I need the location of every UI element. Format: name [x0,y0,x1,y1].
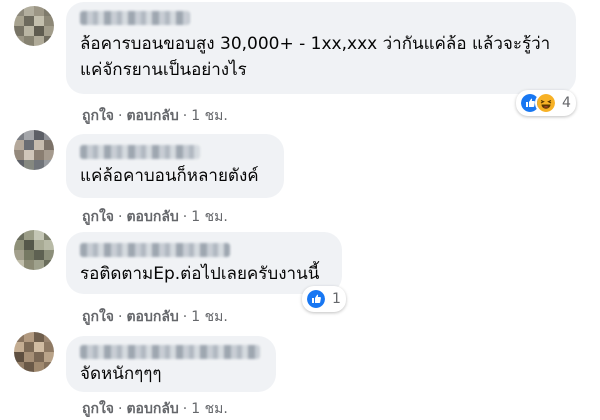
like-icon [305,288,327,310]
avatar[interactable] [14,230,54,270]
comment-actions: ถูกใจ · ตอบกลับ · 1 ชม. [82,306,228,328]
avatar[interactable] [14,130,54,170]
reaction-summary[interactable]: 4 [516,90,576,116]
comment-bubble: แค่ล้อคาบอนก็หลายตังค์ [66,134,284,198]
commenter-name[interactable] [80,243,230,257]
reply-link[interactable]: ตอบกลับ [126,105,178,127]
reaction-summary[interactable]: 1 [302,286,346,312]
like-link[interactable]: ถูกใจ [82,398,114,420]
comment-text: รอติดตามEp.ต่อไปเลยครับงานนี้ [80,264,320,284]
comment-timestamp[interactable]: 1 ชม. [191,105,228,127]
comment-actions: ถูกใจ · ตอบกลับ · 1 ชม. [82,206,228,228]
separator-dot: · [182,309,188,325]
comment-timestamp[interactable]: 1 ชม. [191,398,228,420]
reply-link[interactable]: ตอบกลับ [126,306,178,328]
comment-actions: ถูกใจ · ตอบกลับ · 1 ชม. [82,398,228,420]
reaction-count: 1 [332,291,341,307]
avatar[interactable] [14,332,54,372]
reply-link[interactable]: ตอบกลับ [126,206,178,228]
comment-text: ล้อคารบอนขอบสูง 30,000+ - 1xx,xxx ว่ากัน… [80,34,551,80]
separator-dot: · [182,108,188,124]
like-link[interactable]: ถูกใจ [82,206,114,228]
commenter-name[interactable] [80,345,260,359]
like-link[interactable]: ถูกใจ [82,105,114,127]
comment-timestamp[interactable]: 1 ชม. [191,306,228,328]
like-link[interactable]: ถูกใจ [82,306,114,328]
separator-dot: · [118,401,123,417]
comment-bubble: ล้อคารบอนขอบสูง 30,000+ - 1xx,xxx ว่ากัน… [66,2,576,94]
reply-link[interactable]: ตอบกลับ [126,398,178,420]
commenter-name[interactable] [80,11,190,25]
comment-actions: ถูกใจ · ตอบกลับ · 1 ชม. [82,105,228,127]
commenter-name[interactable] [80,145,200,159]
separator-dot: · [118,309,123,325]
separator-dot: · [182,401,188,417]
comment-text: จัดหนักๆๆๆ [80,364,162,384]
reaction-count: 4 [562,95,571,111]
comment-bubble: จัดหนักๆๆๆ [66,336,276,392]
separator-dot: · [118,209,123,225]
comment-timestamp[interactable]: 1 ชม. [191,206,228,228]
separator-dot: · [182,209,188,225]
comment-bubble: รอติดตามEp.ต่อไปเลยครับงานนี้ [66,232,342,294]
separator-dot: · [118,108,123,124]
avatar[interactable] [14,6,54,46]
comment-text: แค่ล้อคาบอนก็หลายตังค์ [80,166,259,186]
haha-icon [535,92,557,114]
